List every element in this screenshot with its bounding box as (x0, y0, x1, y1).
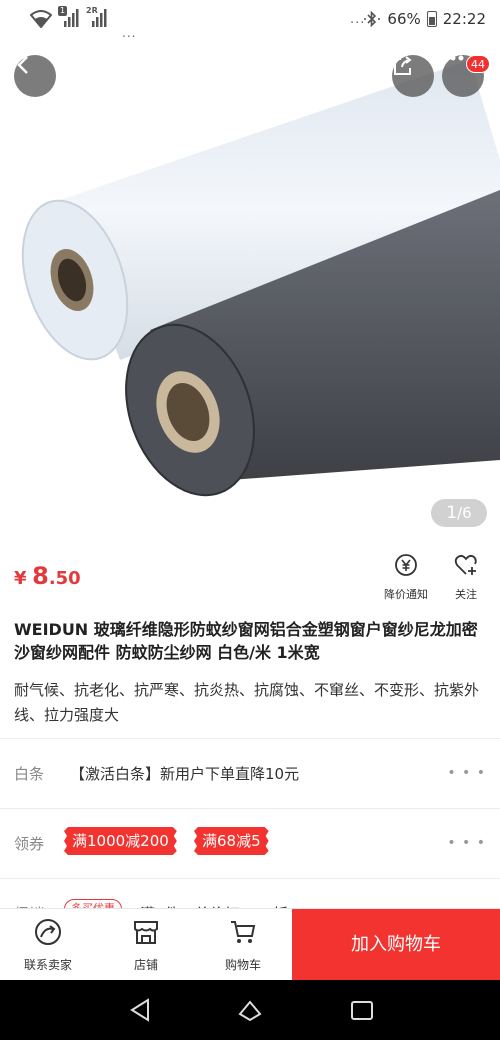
follow-label: 关注 (455, 588, 477, 601)
coupon-label: 领券 (14, 835, 45, 853)
more-dots-icon (442, 55, 464, 61)
sim2-tag: 2R (86, 6, 98, 15)
chat-icon (35, 919, 61, 945)
contact-seller-button[interactable]: 联系卖家 (8, 917, 88, 973)
image-counter: 1/6 (431, 499, 487, 527)
product-image[interactable]: 44 1/6 (0, 40, 500, 540)
system-navigation-bar (0, 980, 500, 1040)
bluetooth-icon (364, 10, 381, 28)
sim1-tag: 1 (58, 6, 68, 16)
add-to-cart-button[interactable]: 加入购物车 (292, 909, 500, 981)
coupon-68-5[interactable]: 满68减5 (194, 827, 269, 855)
price-row: ¥ 8.50 降价通知 关注 (0, 540, 500, 606)
divider (0, 738, 500, 739)
bottom-action-bar: 联系卖家 店铺 购物车 加入购物车 (0, 908, 500, 981)
status-dots: ... (122, 26, 137, 40)
price-decimal: .50 (48, 568, 81, 589)
shop-icon (134, 921, 158, 944)
heart-plus-icon (454, 554, 477, 575)
status-right: 66% 22:22 (363, 10, 486, 28)
mesh-rolls-illustration (21, 60, 500, 497)
nav-recent-icon[interactable] (348, 996, 376, 1024)
contact-seller-label: 联系卖家 (23, 958, 72, 972)
nav-home-icon[interactable] (236, 996, 264, 1024)
cart-label: 购物车 (224, 958, 261, 972)
baitiao-label: 白条 (14, 765, 45, 783)
coupon-more-icon[interactable]: • • • (447, 835, 486, 851)
chevron-left-icon (17, 56, 28, 74)
price-drop-notice-label: 降价通知 (384, 588, 428, 601)
baitiao-row[interactable]: 白条 【激活白条】新用户下单直降10元 • • • (0, 743, 500, 803)
follow-button[interactable]: 关注 (438, 552, 494, 602)
battery-icon (426, 11, 437, 27)
divider (0, 808, 500, 809)
share-icon (394, 56, 412, 75)
sim1-signal-icon: 1 (58, 6, 80, 28)
price: ¥ 8.50 (14, 562, 81, 590)
product-title: WEIDUN 玻璃纤维隐形防蚊纱窗网铝合金塑钢窗户窗纱尼龙加密沙窗纱网配件 防蚊… (14, 620, 478, 662)
image-counter-current: 1 (446, 503, 458, 523)
share-button[interactable] (392, 55, 434, 97)
image-counter-total: /6 (457, 504, 472, 522)
battery-percent: 66% (387, 10, 421, 28)
coupon-1000-200[interactable]: 满1000减200 (64, 827, 177, 855)
clock: 22:22 (442, 10, 486, 28)
wifi-icon (30, 10, 52, 28)
price-currency: ¥ (14, 568, 27, 589)
product-description: 耐气候、抗老化、抗严寒、抗炎热、抗腐蚀、不窜丝、不变形、抗紫外线、拉力强度大 (14, 681, 480, 724)
nav-back-icon[interactable] (126, 996, 154, 1024)
price-alert-icon (395, 554, 417, 576)
baitiao-text: 【激活白条】新用户下单直降10元 (70, 765, 300, 783)
baitiao-more-icon[interactable]: • • • (447, 765, 486, 781)
back-button[interactable] (14, 55, 56, 97)
notification-badge: 44 (466, 55, 490, 73)
coupon-row[interactable]: 领券 满1000减200 满68减5 • • • (0, 813, 500, 873)
cart-icon (231, 921, 256, 943)
price-integer: 8 (32, 562, 49, 590)
price-drop-notice-button[interactable]: 降价通知 (378, 552, 434, 602)
status-left: 1 2R (30, 6, 108, 28)
shop-label: 店铺 (133, 958, 158, 972)
divider (0, 878, 500, 879)
shop-button[interactable]: 店铺 (106, 917, 186, 973)
status-bar: 1 2R ... ... 66% 22:22 (0, 0, 500, 40)
sim2-signal-icon: 2R (86, 6, 108, 28)
cart-button[interactable]: 购物车 (203, 917, 283, 973)
